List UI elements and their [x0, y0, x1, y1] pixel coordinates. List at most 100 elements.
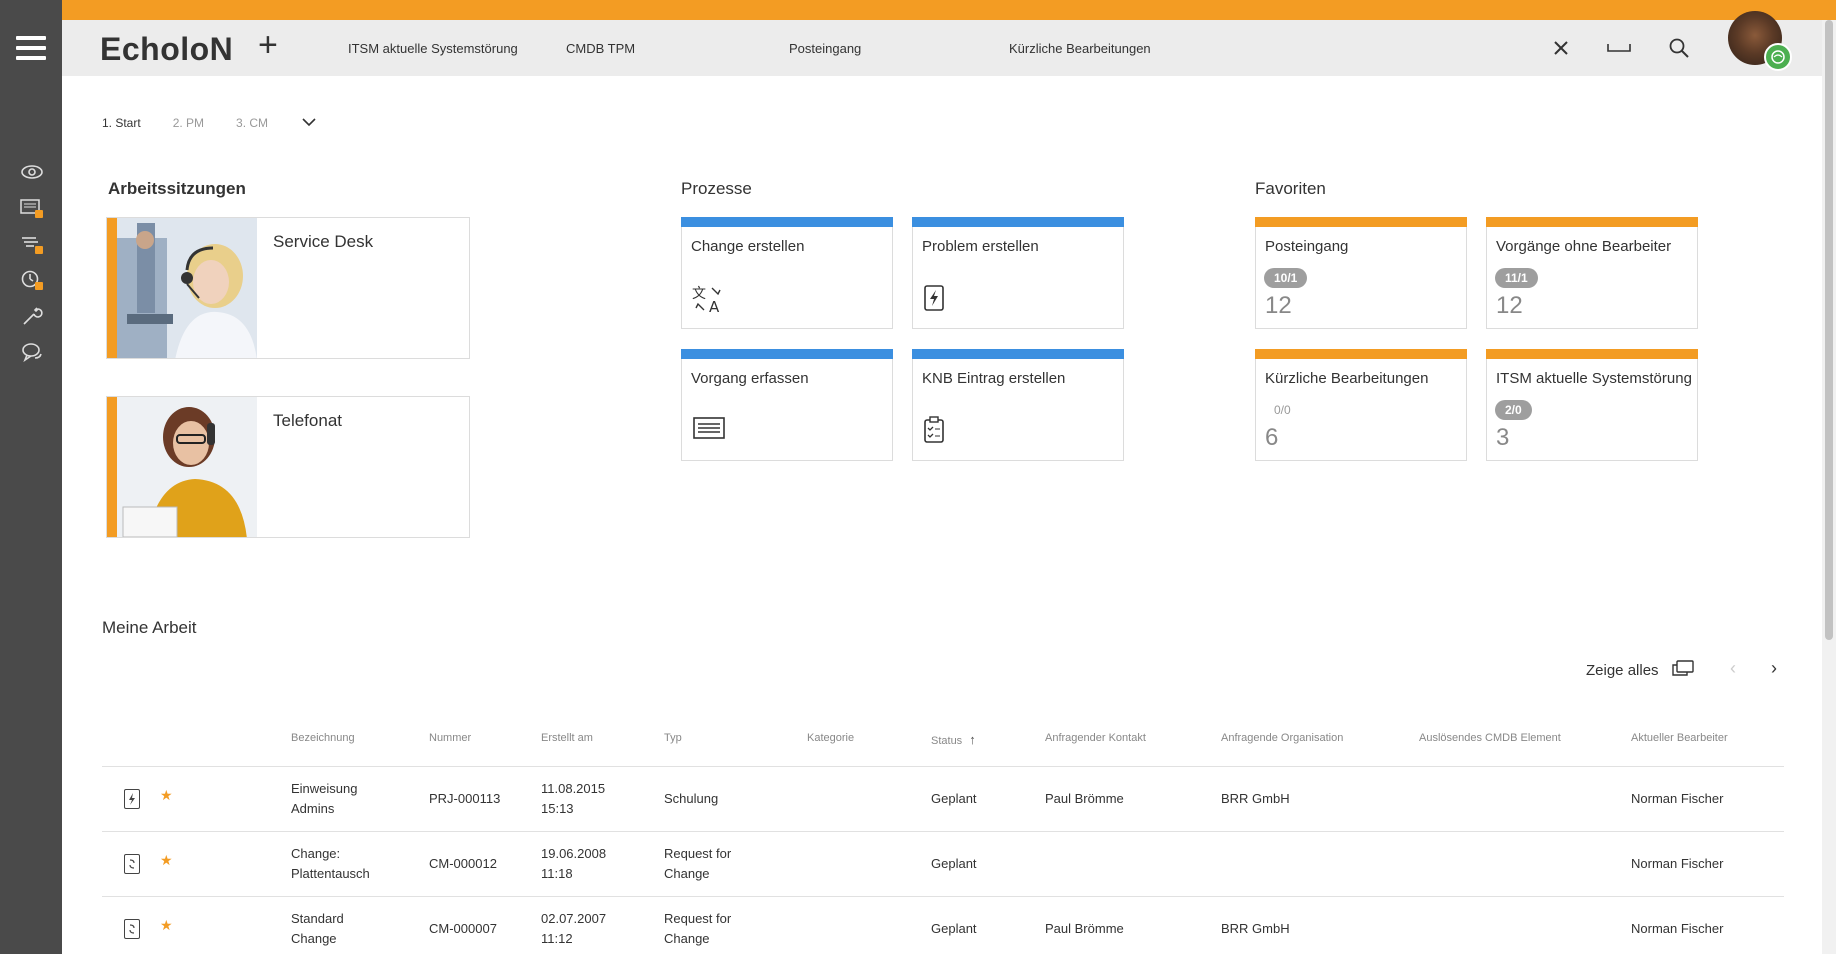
clock-icon[interactable]	[19, 268, 45, 292]
processes-heading: Prozesse	[681, 179, 752, 198]
cell-status: Geplant	[931, 856, 977, 871]
next-page-icon[interactable]: ›	[1771, 658, 1777, 679]
chat-bubbles-icon[interactable]	[19, 340, 45, 364]
scrollbar-thumb[interactable]	[1825, 20, 1833, 640]
tab-kuerzliche-bearbeitungen[interactable]: Kürzliche Bearbeitungen	[1009, 41, 1151, 56]
card-accent-bar	[681, 217, 893, 227]
cell-erstellt: 19.06.2008 11:18	[541, 846, 607, 881]
cell-organisation: BRR GmbH	[1221, 921, 1290, 936]
column-header[interactable]: Typ	[664, 732, 682, 744]
column-header[interactable]: Erstellt am	[541, 732, 593, 744]
stack-icon[interactable]	[19, 232, 45, 256]
left-sidebar	[0, 0, 62, 954]
column-header[interactable]: Aktueller Bearbeiter	[1631, 732, 1728, 744]
cell-typ: Request for Change	[664, 846, 732, 881]
favorite-star-icon[interactable]: ★	[160, 917, 173, 934]
process-card-change-erstellen[interactable]: Change erstellen 文A	[681, 217, 893, 329]
card-accent-bar	[681, 349, 893, 359]
breadcrumb-step-start[interactable]: 1. Start	[102, 116, 141, 130]
cell-typ: Request for Change	[664, 911, 732, 946]
process-card-knb-eintrag[interactable]: KNB Eintrag erstellen	[912, 349, 1124, 461]
add-tab-button[interactable]: +	[258, 28, 278, 62]
status-header-label: Status	[931, 735, 963, 747]
change-document-icon[interactable]	[124, 854, 140, 874]
cell-bearbeiter: Norman Fischer	[1631, 856, 1724, 871]
column-header-status[interactable]: Status ↑	[931, 732, 976, 747]
favorite-title: ITSM aktuelle Systemstörung	[1496, 370, 1692, 387]
tab-cmdb-tpm[interactable]: CMDB TPM	[566, 41, 635, 56]
column-header[interactable]: Anfragende Organisation	[1221, 732, 1343, 744]
sessions-heading: Arbeitssitzungen	[108, 179, 246, 198]
count-badge: 11/1	[1495, 268, 1538, 288]
card-accent-bar	[912, 217, 1124, 227]
svg-text:A: A	[709, 298, 720, 314]
process-card-vorgang-erfassen[interactable]: Vorgang erfassen	[681, 349, 893, 461]
sort-ascending-icon: ↑	[969, 732, 976, 747]
session-card-telefonat[interactable]: Telefonat	[106, 396, 470, 538]
count-badge: 2/0	[1495, 400, 1532, 420]
chevron-down-icon[interactable]	[302, 116, 316, 130]
favorite-title: Vorgänge ohne Bearbeiter	[1496, 238, 1672, 255]
cell-bezeichnung: Standard Change	[291, 911, 344, 946]
breadcrumb-step-cm[interactable]: 3. CM	[236, 116, 268, 130]
close-icon[interactable]	[1548, 35, 1574, 61]
list-card-icon	[692, 416, 726, 445]
column-header[interactable]: Nummer	[429, 732, 471, 744]
bolt-document-icon[interactable]	[124, 789, 140, 809]
bolt-document-icon	[923, 284, 947, 317]
clipboard-checklist-icon	[923, 416, 947, 449]
search-icon[interactable]	[1666, 35, 1692, 61]
favorite-title: Posteingang	[1265, 238, 1349, 255]
cell-erstellt: 02.07.2007 11:12	[541, 911, 607, 946]
cell-bearbeiter: Norman Fischer	[1631, 791, 1724, 806]
my-work-heading: Meine Arbeit	[102, 618, 197, 637]
favorite-star-icon[interactable]: ★	[160, 787, 173, 804]
cell-bezeichnung: Einweisung Admins	[291, 781, 358, 816]
app-logo[interactable]: EcholoN	[100, 31, 233, 68]
vertical-scrollbar[interactable]	[1822, 20, 1836, 954]
favorite-count: 3	[1496, 424, 1510, 451]
session-title: Service Desk	[273, 232, 374, 251]
column-header[interactable]: Kategorie	[807, 732, 854, 744]
favorite-card-posteingang[interactable]: Posteingang 10/1 12	[1255, 217, 1467, 329]
cell-status: Geplant	[931, 791, 977, 806]
minimize-tray-icon[interactable]	[1606, 35, 1632, 61]
status-online-icon	[1764, 43, 1792, 71]
show-all-label: Zeige alles	[1586, 661, 1659, 679]
favorite-card-kuerzliche-bearbeitungen[interactable]: Kürzliche Bearbeitungen 0/0 6	[1255, 349, 1467, 461]
tab-posteingang[interactable]: Posteingang	[789, 41, 861, 56]
favorite-star-icon[interactable]: ★	[160, 852, 173, 869]
window-icon	[1671, 659, 1695, 681]
prev-page-icon[interactable]: ‹	[1730, 658, 1736, 679]
eye-icon[interactable]	[19, 160, 45, 184]
table-row[interactable]: ★ Standard Change CM-000007 02.07.2007 11:…	[102, 897, 1784, 954]
cell-nummer: PRJ-000113	[429, 791, 501, 806]
table-row[interactable]: ★ Change: Plattentausch CM-000012 19.06.2…	[102, 832, 1784, 897]
cell-bezeichnung: Change: Plattentausch	[291, 846, 370, 881]
column-header[interactable]: Bezeichnung	[291, 732, 355, 744]
wrench-icon[interactable]	[19, 304, 45, 328]
favorite-card-vorgaenge-ohne-bearbeiter[interactable]: Vorgänge ohne Bearbeiter 11/1 12	[1486, 217, 1698, 329]
top-accent-bar	[62, 0, 1836, 20]
card-accent-bar	[107, 218, 117, 358]
list-panel-icon[interactable]	[19, 196, 45, 220]
favorites-heading: Favoriten	[1255, 179, 1326, 198]
favorite-card-itsm-systemstoerung[interactable]: ITSM aktuelle Systemstörung 2/0 3	[1486, 349, 1698, 461]
process-card-problem-erstellen[interactable]: Problem erstellen	[912, 217, 1124, 329]
hamburger-menu-icon[interactable]	[16, 36, 46, 60]
cell-bearbeiter: Norman Fischer	[1631, 921, 1724, 936]
column-header[interactable]: Anfragender Kontakt	[1045, 732, 1146, 744]
cell-kontakt: Paul Brömme	[1045, 921, 1124, 936]
tab-itsm-systemstoerung[interactable]: ITSM aktuelle Systemstörung	[348, 41, 520, 56]
cell-nummer: CM-000007	[429, 921, 497, 936]
user-avatar[interactable]	[1728, 11, 1792, 71]
table-row[interactable]: ★ Einweisung Admins PRJ-000113 11.08.2015…	[102, 767, 1784, 832]
card-accent-bar	[912, 349, 1124, 359]
change-document-icon[interactable]	[124, 919, 140, 939]
cell-kontakt: Paul Brömme	[1045, 791, 1124, 806]
telefonat-photo	[117, 397, 257, 537]
column-header[interactable]: Auslösendes CMDB Element	[1419, 732, 1561, 744]
session-card-service-desk[interactable]: Service Desk	[106, 217, 470, 359]
show-all-button[interactable]: Zeige alles	[1586, 659, 1695, 681]
breadcrumb-step-pm[interactable]: 2. PM	[173, 116, 204, 130]
